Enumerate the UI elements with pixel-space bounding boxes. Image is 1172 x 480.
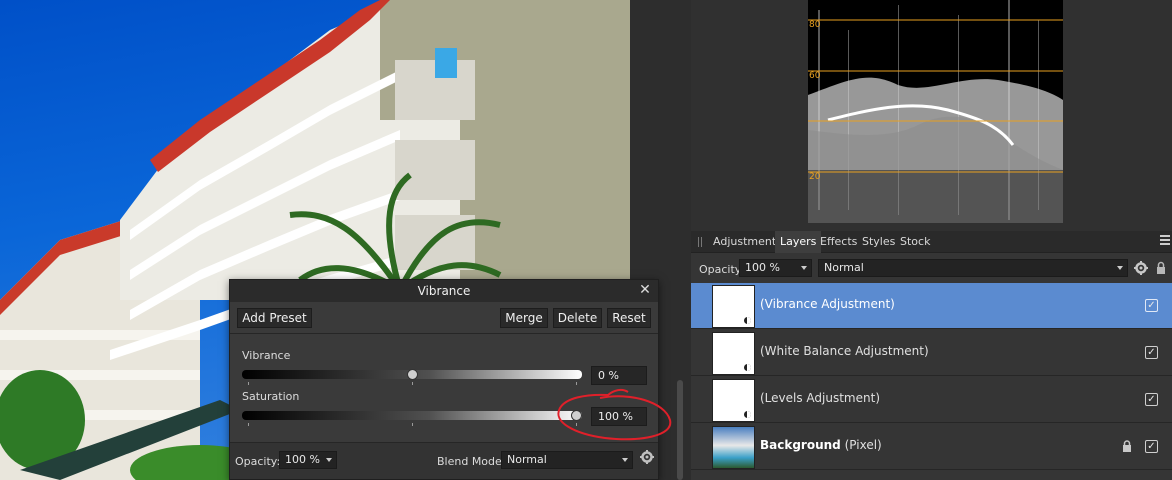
chevron-down-icon	[326, 458, 332, 462]
layer-opacity-value: 100 %	[745, 261, 780, 274]
saturation-ticks	[242, 423, 582, 427]
delete-button[interactable]: Delete	[553, 308, 602, 328]
layer-options-bar: Opacity: 100 % Normal	[691, 255, 1172, 283]
tab-adjustment[interactable]: Adjustment	[708, 231, 781, 253]
visibility-checkbox[interactable]: ✓	[1145, 440, 1158, 453]
reset-button[interactable]: Reset	[607, 308, 651, 328]
layer-name: Background (Pixel)	[760, 438, 882, 452]
dialog-title: Vibrance	[417, 284, 471, 298]
gear-icon[interactable]	[1134, 261, 1148, 275]
vibrance-label: Vibrance	[242, 349, 291, 362]
layer-opacity-label: Opacity:	[699, 263, 745, 276]
gear-icon[interactable]	[640, 450, 654, 464]
saturation-slider[interactable]	[242, 411, 582, 420]
layer-row-white-balance[interactable]: (White Balance Adjustment) ✓	[691, 330, 1172, 376]
vibrance-value-field[interactable]: 0 %	[591, 366, 647, 385]
scope-grid-label-20: 20	[809, 172, 821, 182]
scope-view: 80 60 20	[808, 0, 1063, 223]
layer-blend-dropdown[interactable]: Normal	[818, 259, 1128, 277]
layer-thumbnail	[712, 332, 755, 375]
layer-opacity-dropdown[interactable]: 100 %	[739, 259, 812, 277]
tab-stock[interactable]: Stock	[895, 231, 935, 253]
close-icon[interactable]: ✕	[638, 283, 652, 297]
add-preset-button[interactable]: Add Preset	[237, 308, 312, 328]
tab-styles[interactable]: Styles	[857, 231, 900, 253]
lock-icon[interactable]	[1122, 440, 1132, 452]
saturation-label: Saturation	[242, 390, 300, 403]
saturation-slider-handle[interactable]	[571, 410, 582, 421]
panel-grip-icon[interactable]	[698, 237, 702, 247]
dialog-footer: Opacity: 100 % Blend Mode: Normal	[230, 442, 658, 479]
scope-grid-label-80: 80	[809, 20, 821, 30]
tab-effects[interactable]: Effects	[815, 231, 862, 253]
panel-tab-bar: Adjustment Layers Effects Styles Stock	[691, 231, 1172, 253]
layer-thumbnail-photo	[712, 426, 755, 469]
opacity-value: 100 %	[285, 453, 320, 466]
layer-name: (Levels Adjustment)	[760, 391, 880, 405]
merge-button[interactable]: Merge	[500, 308, 548, 328]
vibrance-dialog: Vibrance ✕ Add Preset Merge Delete Reset…	[229, 279, 659, 480]
dialog-title-bar[interactable]: Vibrance ✕	[230, 280, 658, 302]
blend-mode-value: Normal	[507, 453, 547, 466]
scope-trace	[808, 0, 1063, 223]
adjustment-icon	[743, 410, 752, 419]
chevron-down-icon	[622, 458, 628, 462]
visibility-checkbox[interactable]: ✓	[1145, 393, 1158, 406]
lock-icon[interactable]	[1156, 261, 1166, 274]
saturation-value-field[interactable]: 100 %	[591, 407, 647, 426]
visibility-checkbox[interactable]: ✓	[1145, 299, 1158, 312]
layers-panel: Adjustment Layers Effects Styles Stock O…	[691, 231, 1172, 480]
layer-name: (White Balance Adjustment)	[760, 344, 929, 358]
opacity-dropdown[interactable]: 100 %	[279, 451, 337, 469]
layer-type: (Pixel)	[844, 438, 882, 452]
layer-row-background[interactable]: Background (Pixel) ✓	[691, 424, 1172, 470]
adjustment-icon	[743, 316, 752, 325]
layer-thumbnail	[712, 285, 755, 328]
canvas-scrollbar[interactable]	[677, 380, 683, 480]
blend-mode-label: Blend Mode:	[437, 455, 506, 468]
divider	[230, 333, 658, 334]
layer-name: (Vibrance Adjustment)	[760, 297, 895, 311]
layer-thumbnail	[712, 379, 755, 422]
chevron-down-icon	[1117, 266, 1123, 270]
adjustment-icon	[743, 363, 752, 372]
layer-row-levels[interactable]: (Levels Adjustment) ✓	[691, 377, 1172, 423]
chevron-down-icon	[801, 266, 807, 270]
scope-grid-label-60: 60	[809, 71, 821, 81]
panel-menu-icon[interactable]	[1160, 235, 1170, 247]
vibrance-ticks	[242, 382, 582, 386]
opacity-label: Opacity:	[235, 455, 281, 468]
layer-blend-value: Normal	[824, 261, 864, 274]
vibrance-slider-handle[interactable]	[406, 369, 418, 380]
blend-mode-dropdown[interactable]: Normal	[501, 451, 633, 469]
visibility-checkbox[interactable]: ✓	[1145, 346, 1158, 359]
layer-row-vibrance[interactable]: (Vibrance Adjustment) ✓	[691, 283, 1172, 329]
layer-name-bold: Background	[760, 438, 841, 452]
